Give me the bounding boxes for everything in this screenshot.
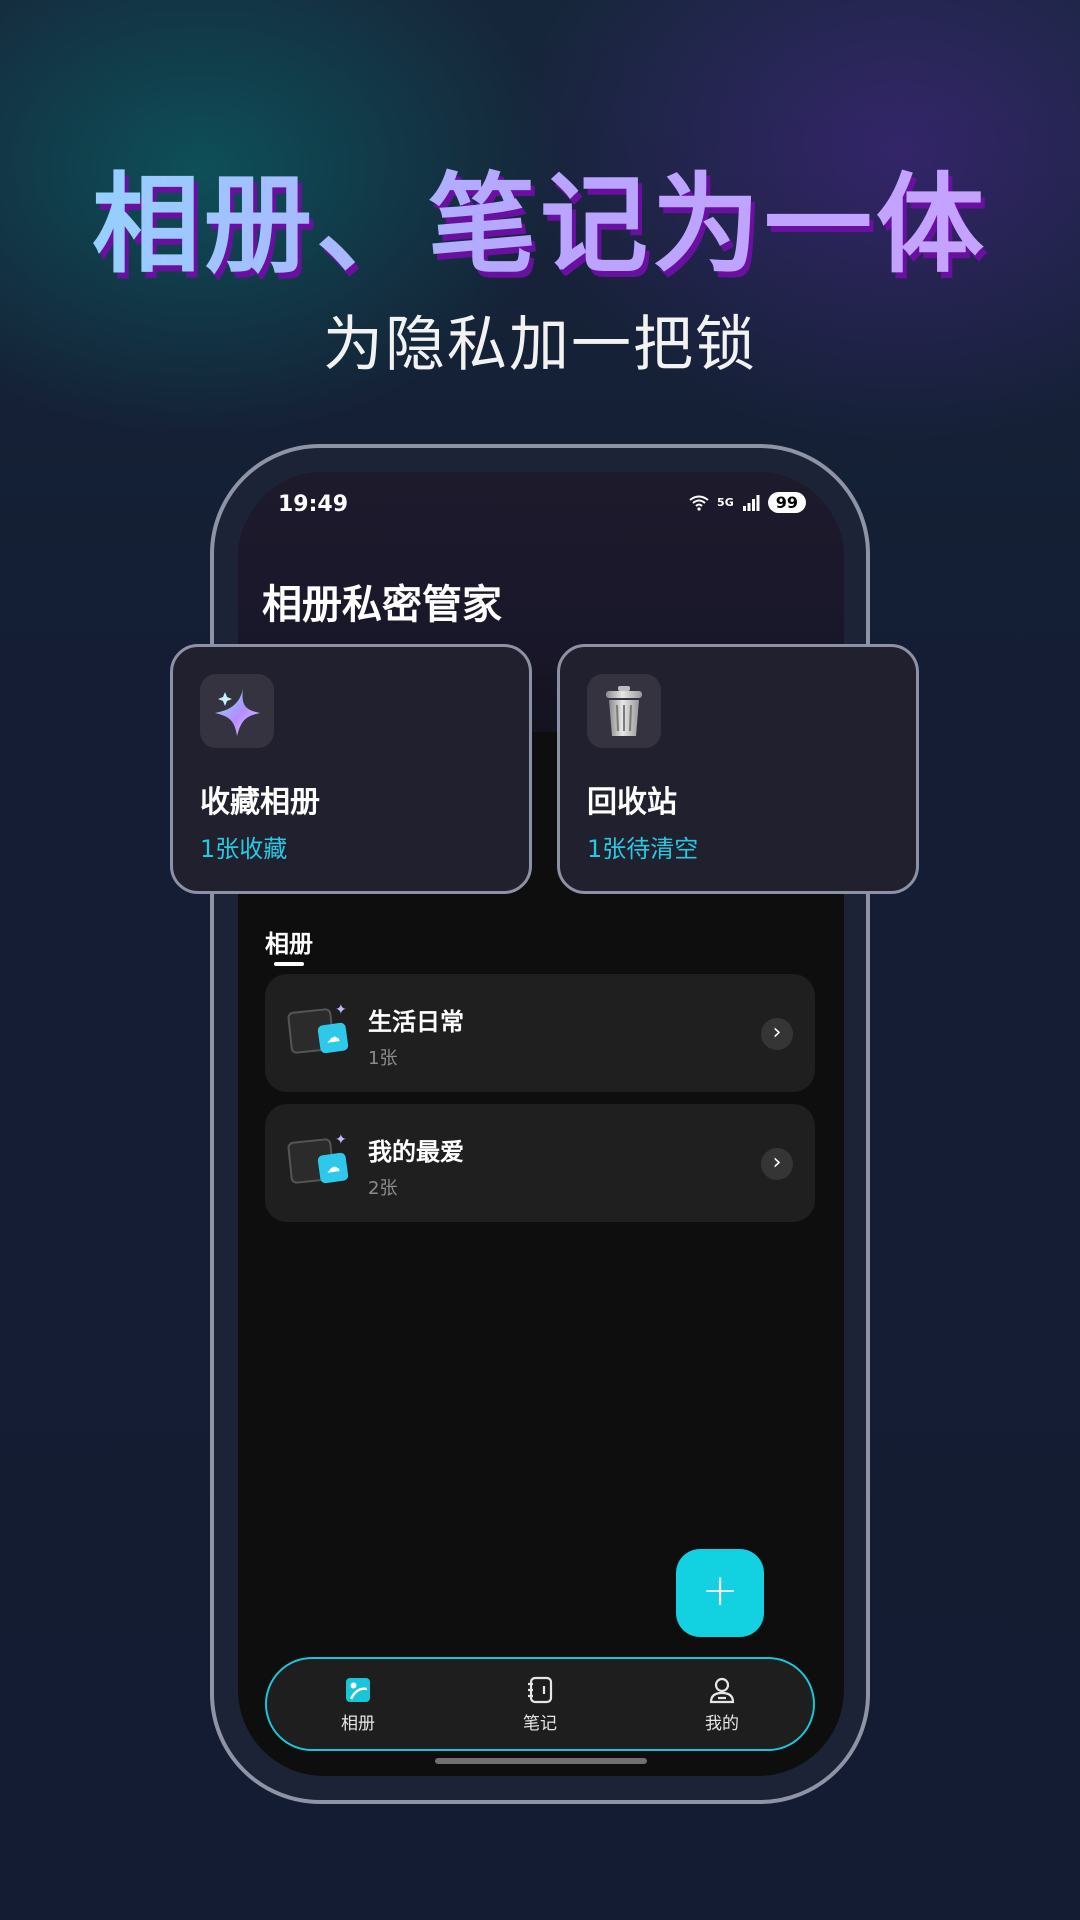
- promo-subline: 为隐私加一把锁: [323, 310, 757, 380]
- tab-label: 笔记: [523, 1713, 557, 1734]
- section-underline: [274, 962, 304, 966]
- profile-icon: [709, 1677, 735, 1703]
- recycle-bin-card[interactable]: 回收站 1张待清空: [557, 644, 919, 894]
- app-title: 相册私密管家: [262, 582, 502, 628]
- album-card[interactable]: ☁ ✦ 我的最爱 2张 ›: [265, 1104, 815, 1222]
- battery-indicator: 99: [767, 492, 806, 513]
- tab-profile[interactable]: 我的: [662, 1675, 782, 1734]
- promo-headline: 相册、笔记为一体: [0, 138, 1080, 294]
- tab-label: 我的: [705, 1713, 739, 1734]
- album-thumbnail-icon: ☁ ✦: [286, 1132, 351, 1190]
- signal-icon: [742, 494, 760, 511]
- wifi-icon: [689, 495, 709, 511]
- album-count: 1张: [368, 1048, 398, 1069]
- notebook-icon: [528, 1676, 553, 1703]
- album-count: 2张: [368, 1178, 398, 1199]
- album-card[interactable]: ☁ ✦ 生活日常 1张 ›: [265, 974, 815, 1092]
- tab-notes[interactable]: 笔记: [480, 1675, 600, 1734]
- add-button[interactable]: +: [676, 1549, 764, 1637]
- card-title: 回收站: [587, 785, 677, 820]
- home-indicator[interactable]: [435, 1758, 647, 1764]
- favorites-card[interactable]: 收藏相册 1张收藏: [170, 644, 532, 894]
- section-label[interactable]: 相册: [265, 924, 313, 959]
- album-name: 生活日常: [368, 1008, 464, 1036]
- tab-label: 相册: [341, 1713, 375, 1734]
- network-type: 5G: [717, 496, 734, 509]
- card-subtitle: 1张收藏: [200, 835, 288, 863]
- tab-album[interactable]: 相册: [298, 1675, 418, 1734]
- chevron-right-icon[interactable]: ›: [761, 1148, 793, 1180]
- album-name: 我的最爱: [368, 1138, 464, 1166]
- trash-icon: [606, 686, 642, 736]
- album-thumbnail-icon: ☁ ✦: [286, 1002, 351, 1060]
- status-time: 19:49: [278, 492, 349, 517]
- chevron-right-icon[interactable]: ›: [761, 1018, 793, 1050]
- card-subtitle: 1张待清空: [587, 835, 699, 863]
- status-icons: 5G 99: [689, 492, 806, 513]
- album-icon: [346, 1677, 370, 1702]
- bottom-tab-bar: 相册 笔记 我的: [265, 1657, 815, 1751]
- sparkle-icon: [215, 689, 260, 736]
- card-title: 收藏相册: [200, 785, 320, 820]
